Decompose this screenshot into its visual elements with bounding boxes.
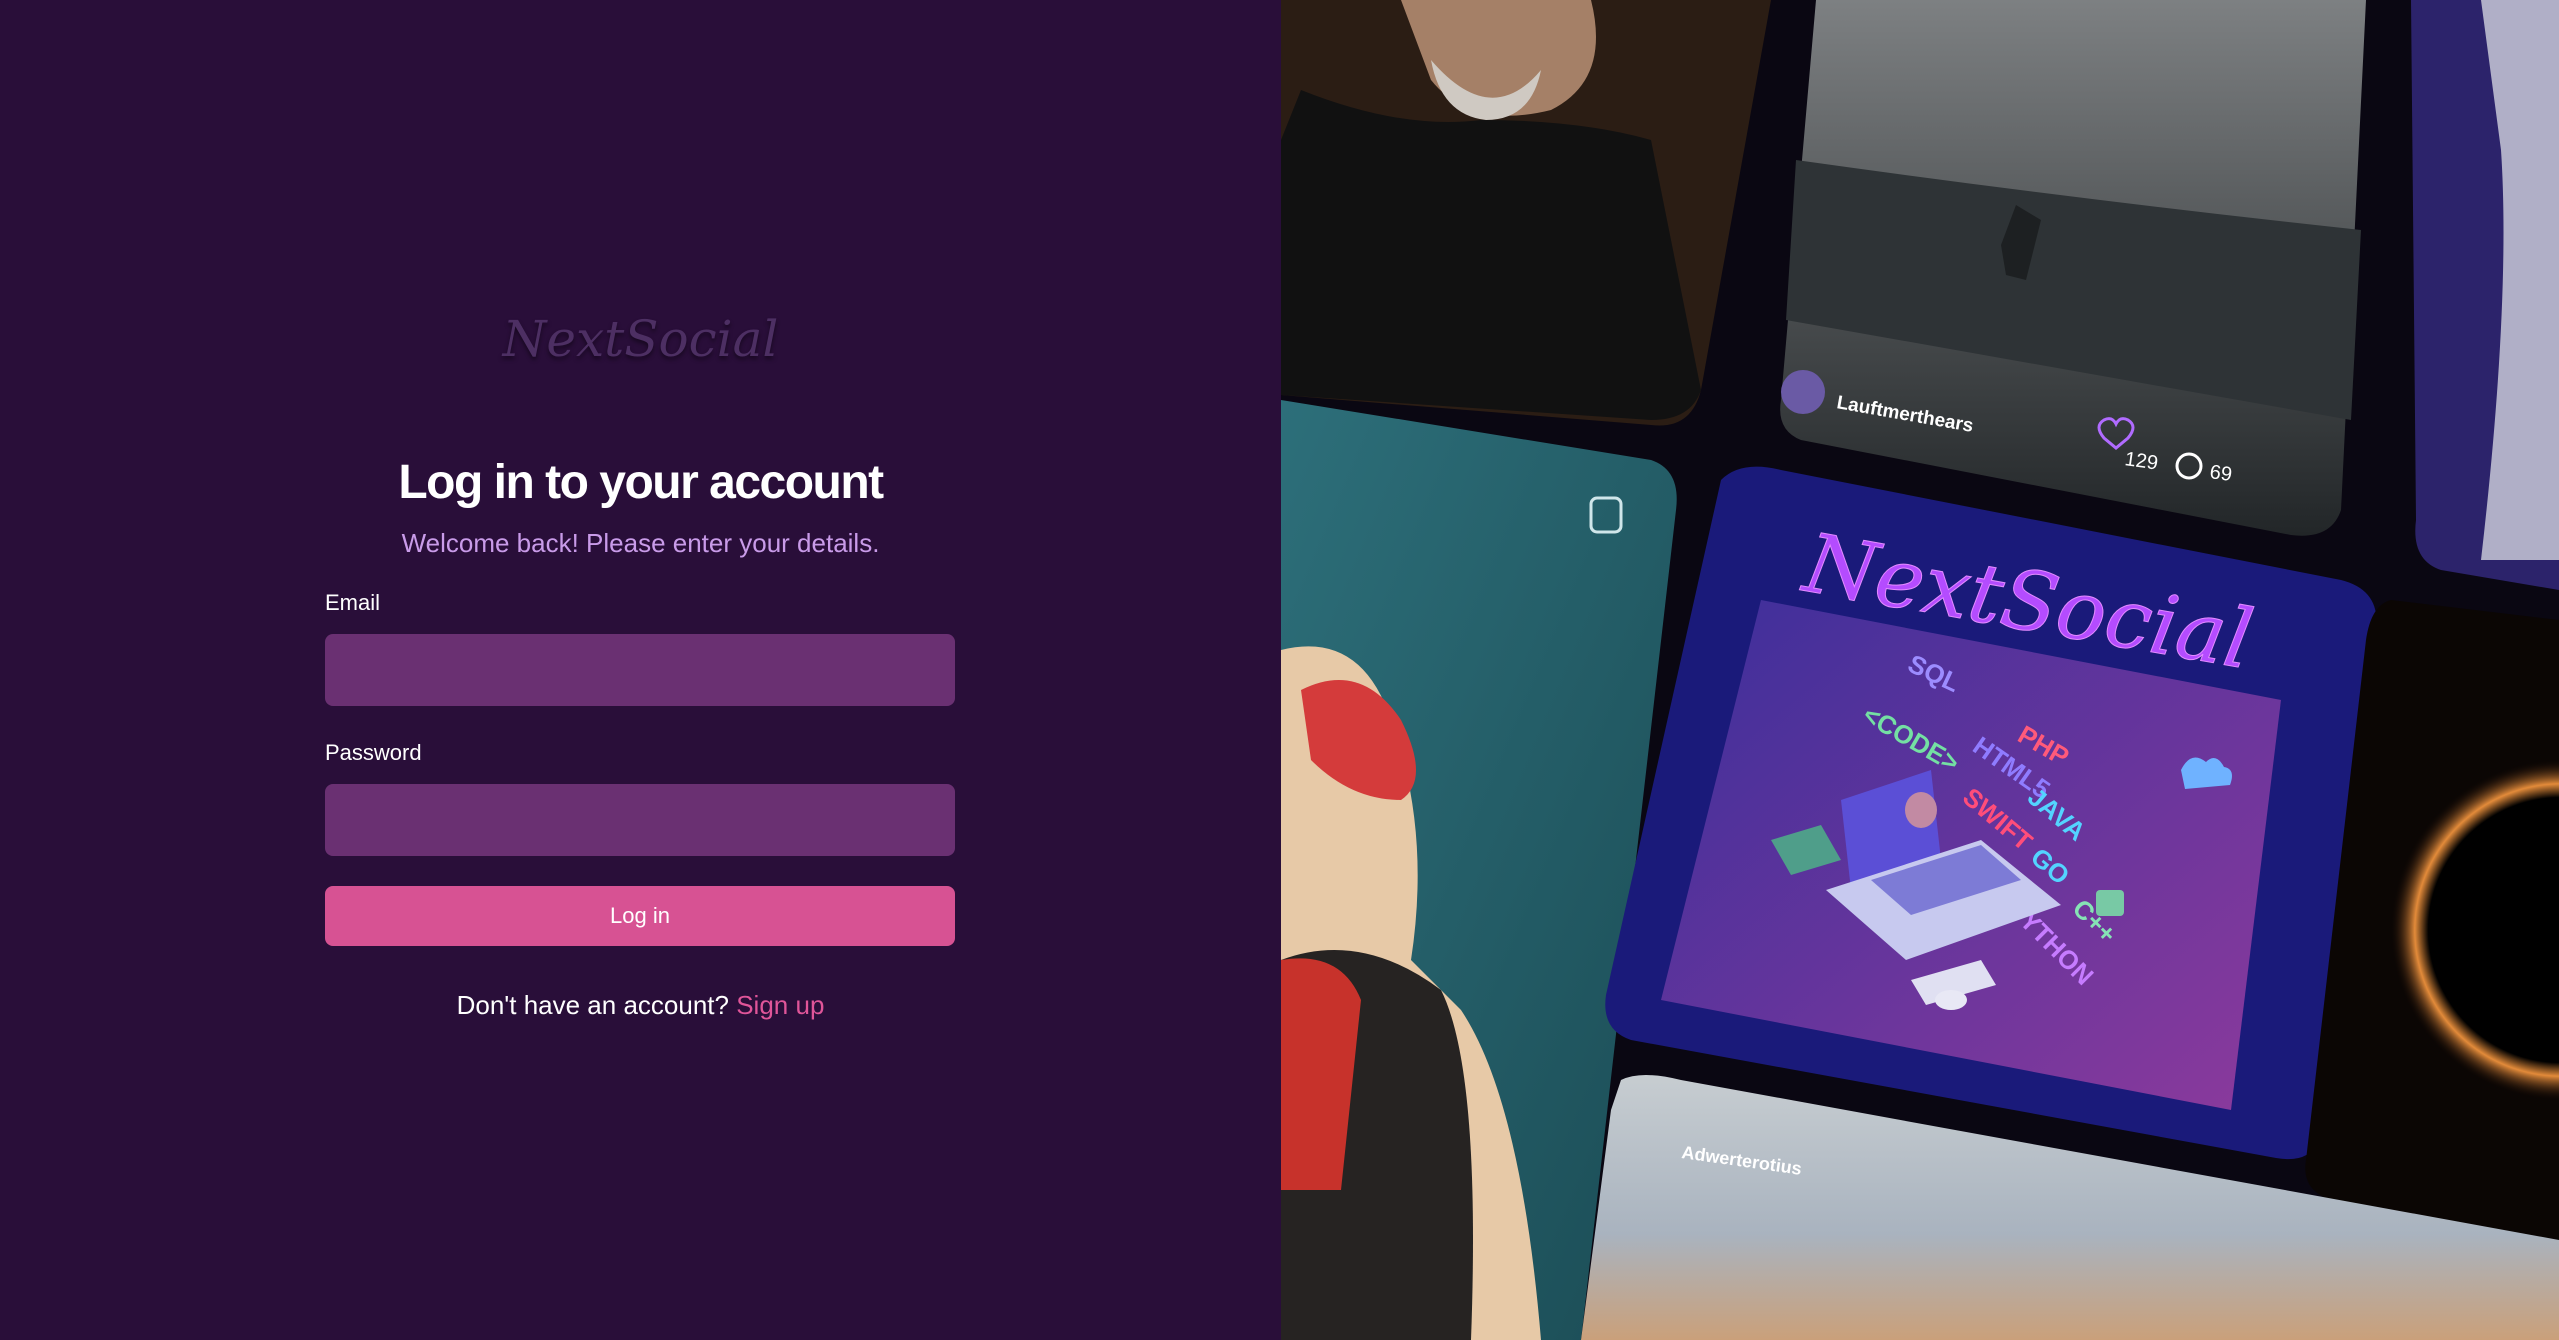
page-title: Log in to your account: [398, 456, 884, 509]
signup-link[interactable]: Sign up: [736, 990, 824, 1020]
brand-logo: NextSocial: [502, 310, 779, 368]
collage-illustration: Lauftmerthears 129 69 NextSocial SQL PHP…: [1281, 0, 2559, 1340]
photo-card-stage: [2411, 0, 2559, 590]
signup-prompt-text: Don't have an account?: [456, 990, 729, 1020]
likes-count: 129: [2123, 448, 2159, 474]
email-label: Email: [325, 590, 381, 615]
password-label: Password: [325, 740, 422, 765]
password-field[interactable]: [325, 784, 955, 856]
login-button[interactable]: Log in: [325, 886, 955, 946]
login-panel: NextSocial Log in to your account Welcom…: [0, 0, 1281, 1340]
page-subtitle: Welcome back! Please enter your details.: [401, 528, 880, 558]
email-field[interactable]: [325, 634, 955, 706]
photo-card-man: [1281, 0, 1771, 426]
photo-card-sea: Lauftmerthears 129 69: [1780, 0, 2366, 536]
nextsocial-promo-card: NextSocial SQL PHP <CODE> HTML5 SWIFT JA…: [1605, 466, 2377, 1160]
comments-count: 69: [2208, 461, 2233, 486]
signup-prompt: Don't have an account? Sign up: [0, 990, 1281, 1021]
collage-panel: Lauftmerthears 129 69 NextSocial SQL PHP…: [1281, 0, 2559, 1340]
